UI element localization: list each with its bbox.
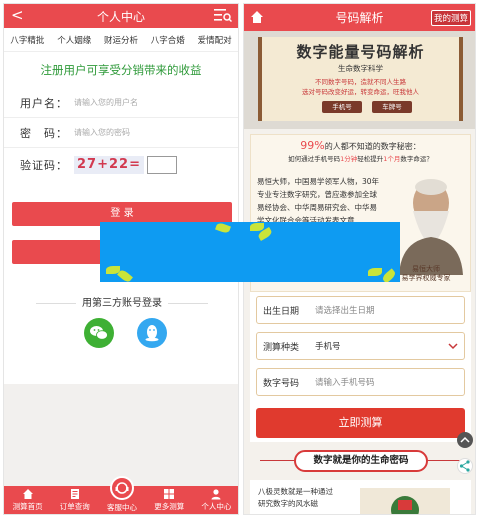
birth-date-label: 出生日期	[263, 306, 300, 317]
intro-headline-end: ：	[412, 142, 421, 151]
menu-search-icon[interactable]	[214, 8, 233, 23]
captcha-input[interactable]	[147, 156, 177, 174]
service-icon	[110, 476, 134, 500]
article-preview-image	[360, 488, 450, 514]
nav-service[interactable]: 客服中心	[98, 476, 145, 514]
tab-wealth[interactable]: 财运分析	[104, 34, 138, 46]
captcha-label: 验证码：	[20, 159, 68, 172]
banner-plate-button[interactable]: 车牌号	[372, 101, 412, 113]
nav-home-label: 测算首页	[12, 502, 43, 511]
banner-line-1: 不同数字号码，造就不同人生路	[315, 78, 406, 86]
home-icon[interactable]	[249, 9, 265, 25]
nav-more-label: 更多测算	[154, 502, 185, 511]
tab-bazi[interactable]: 八字精批	[10, 34, 44, 46]
captcha-image[interactable]: 27+22=	[74, 156, 144, 174]
third-party-title-text: 用第三方账号登录	[82, 298, 162, 309]
user-icon	[211, 489, 221, 500]
test-type-select[interactable]: 测算种类 手机号	[256, 332, 465, 360]
chevron-down-icon	[448, 343, 458, 350]
leaf-decoration	[368, 268, 382, 276]
leaf-decoration	[117, 268, 133, 282]
promo-text: 注册用户可享受分销带来的收益	[40, 63, 202, 77]
qq-login-icon[interactable]	[137, 318, 167, 348]
birth-date-field[interactable]: 出生日期 请选择出生日期	[256, 296, 465, 324]
category-tabs: 八字精批 个人姻缘 财运分析 八字合婚 爱情配对	[4, 28, 238, 52]
order-icon	[70, 489, 79, 499]
hero-banner: 数字能量号码解析 生命数字科学 不同数字号码，造就不同人生路 选对号码改变好运，…	[244, 31, 475, 129]
intro-headline-text: 的人都不知道的数字秘密	[324, 142, 413, 151]
article-preview[interactable]: 八极灵数就是一种通过研究数字的风水磁	[250, 480, 471, 514]
intro-percent: 99%	[300, 139, 325, 152]
nav-profile[interactable]: 个人中心	[193, 486, 238, 514]
intro-sub-red1: 1分钟	[340, 155, 358, 163]
banner-title: 数字能量号码解析	[296, 43, 425, 61]
intro-sub-red2: 1个月	[383, 155, 401, 163]
password-input[interactable]: 请输入您的密码	[74, 127, 130, 138]
captcha-row: 验证码： 27+22=	[4, 150, 238, 180]
number-label: 数字号码	[263, 378, 300, 389]
home-icon	[22, 489, 33, 499]
intro-sub-b: 轻松提升	[357, 155, 384, 163]
bottom-nav: 测算首页 订单查询 客服中心 更多测算 个人中心	[4, 476, 238, 514]
back-arrow-icon[interactable]: <	[11, 7, 24, 24]
page-title: 号码解析	[335, 11, 384, 25]
intro-headline: 99%的人都不知道的数字秘密：	[251, 139, 470, 152]
floating-ad-banner[interactable]	[100, 222, 400, 282]
scroll-top-icon[interactable]	[457, 432, 473, 448]
empty-content-area	[4, 384, 238, 488]
nav-orders-label: 订单查询	[59, 502, 90, 511]
number-input[interactable]: 请输入手机号码	[315, 376, 375, 388]
username-input[interactable]: 请输入您的用户名	[74, 97, 138, 108]
nav-orders[interactable]: 订单查询	[51, 486, 98, 514]
nav-more[interactable]: 更多测算	[146, 486, 193, 514]
password-row: 密 码： 请输入您的密码	[4, 118, 238, 148]
username-row: 用户名： 请输入您的用户名	[4, 88, 238, 118]
nav-service-label: 客服中心	[107, 503, 137, 512]
wechat-login-icon[interactable]	[84, 318, 114, 348]
section-title: 数字就是你的生命密码	[294, 450, 428, 472]
calculation-form: 出生日期 请选择出生日期 测算种类 手机号 数字号码 请输入手机号码 立即测算	[250, 292, 471, 442]
number-field[interactable]: 数字号码 请输入手机号码	[256, 368, 465, 396]
leaf-decoration	[381, 268, 397, 282]
banner-scroll: 数字能量号码解析 生命数字科学 不同数字号码，造就不同人生路 选对号码改变好运，…	[258, 37, 463, 121]
tab-love-match[interactable]: 爱情配对	[198, 34, 232, 46]
leaf-decoration	[215, 222, 231, 235]
third-party-title: 用第三方账号登录	[4, 294, 238, 309]
right-header: 号码解析 我的测算	[244, 4, 475, 31]
my-tests-button[interactable]: 我的测算	[430, 10, 471, 26]
share-icon[interactable]	[457, 458, 473, 474]
tab-marriage[interactable]: 个人姻缘	[57, 34, 91, 46]
grid-icon	[164, 489, 175, 499]
banner-subtitle: 生命数字科学	[338, 64, 383, 73]
intro-subline: 如何通过手机号码1分钟轻松提升1个月数字命运？	[251, 153, 470, 163]
birth-date-input[interactable]: 请选择出生日期	[315, 304, 375, 316]
test-type-value[interactable]: 手机号	[315, 340, 341, 352]
calculate-button[interactable]: 立即测算	[256, 408, 465, 438]
page-title: 个人中心	[96, 9, 145, 24]
left-header: < 个人中心	[4, 4, 238, 28]
master-portrait	[399, 179, 463, 275]
intro-sub-a: 如何通过手机号码	[288, 155, 341, 163]
username-label: 用户名：	[20, 96, 68, 110]
tab-bazi-match[interactable]: 八字合婚	[151, 34, 185, 46]
banner-phone-button[interactable]: 手机号	[322, 101, 362, 113]
nav-home[interactable]: 测算首页	[4, 486, 51, 514]
password-label: 密 码：	[20, 126, 68, 140]
intro-body: 易恒大师，中国易学领军人物，30年专业专注数字研究，曾应邀参加全球易经协会、中华…	[257, 177, 380, 225]
test-type-label: 测算种类	[263, 342, 300, 353]
section-header: 数字就是你的生命密码	[250, 448, 471, 474]
nav-profile-label: 个人中心	[201, 502, 232, 511]
intro-sub-c: 数字命运？	[400, 155, 433, 163]
banner-line-2: 选对号码改变好运，转变命运，旺我他人	[302, 88, 419, 96]
article-preview-text: 八极灵数就是一种通过研究数字的风水磁	[258, 487, 333, 508]
